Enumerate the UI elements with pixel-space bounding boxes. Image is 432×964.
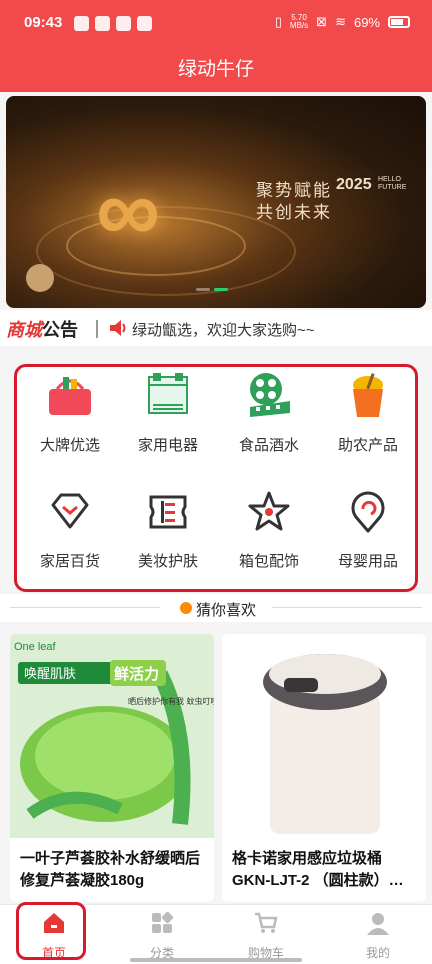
- battery-icon: [388, 16, 410, 28]
- diamond-icon: [51, 493, 89, 529]
- category-item[interactable]: 箱包配饰: [224, 487, 314, 571]
- link-icon: [116, 16, 131, 31]
- notice-tag: 商城公告: [6, 320, 78, 340]
- battery-percent: 69%: [353, 14, 380, 30]
- app-icon: [95, 16, 110, 31]
- category-item[interactable]: 家用电器: [123, 371, 213, 455]
- badge-text: 唤醒肌肤: [24, 667, 76, 682]
- heart-icon: [180, 602, 192, 614]
- noodle-cup-icon: [353, 373, 383, 417]
- category-item[interactable]: 母婴用品: [323, 487, 413, 571]
- film-reel-icon: [250, 373, 290, 417]
- divider-line: [10, 607, 160, 608]
- product-image: One leaf 唤醒肌肤 鲜活力 晒后修护你有我 蚊虫叮咬体一抹: [10, 634, 214, 838]
- category-item[interactable]: 助农产品: [323, 371, 413, 455]
- banner-year: 2025: [336, 176, 372, 193]
- cart-icon: [255, 912, 278, 933]
- badge-text: 鲜活力: [114, 665, 159, 683]
- category-item[interactable]: 食品酒水: [224, 371, 314, 455]
- star-icon: [248, 491, 290, 531]
- status-time: 09:43: [24, 14, 63, 31]
- product-name: 一叶子芦荟胶补水舒缓晒后修复芦荟凝胶180g: [20, 850, 201, 889]
- product-desc: 晒后修护你有我 蚊虫叮咬体一抹: [128, 696, 214, 706]
- banner-tagline: HELLO FUTURE: [378, 176, 407, 191]
- category-grid: 大牌优选 家用电器 食品酒水 助农产品 家居百货 美妆护肤 箱包配饰 母婴用品: [14, 364, 418, 592]
- promo-banner[interactable]: ∞ 聚势赋能 共创未来 2025 HELLO FUTURE: [6, 96, 426, 308]
- status-right: ▯ 5.70 MB/s ⊠ ≋ 69%: [275, 14, 410, 30]
- category-icon: [152, 911, 174, 933]
- brand-logo: One leaf: [14, 641, 57, 653]
- divider-line: [272, 607, 422, 608]
- home-tab-highlight: [16, 902, 86, 960]
- network-speed: 5.70 MB/s: [289, 13, 309, 30]
- notice-text: 绿动甑选，欢迎大家选购~~: [132, 322, 315, 339]
- banner-ball: [26, 264, 54, 292]
- category-item[interactable]: 美妆护肤: [123, 487, 213, 571]
- infinity-logo-icon: ∞: [96, 161, 161, 261]
- basket-icon: [49, 377, 91, 415]
- location-pin-icon: [351, 491, 385, 533]
- tab-cart[interactable]: 购物车: [226, 911, 306, 961]
- ticket-icon: [149, 495, 187, 529]
- product-name: 格卡诺家用感应垃圾桶GKN-LJT-2 （圆柱款）…: [232, 850, 404, 889]
- gesture-bar[interactable]: [130, 958, 302, 962]
- wifi-icon: ≋: [335, 14, 346, 29]
- vibrate-icon: ▯: [274, 14, 282, 29]
- sim-icon: ⊠: [316, 14, 328, 29]
- bed-icon: [148, 373, 188, 414]
- notice-divider: [96, 320, 98, 338]
- banner-dot-active[interactable]: [214, 288, 228, 291]
- tiktok-icon: [74, 16, 89, 31]
- chat-icon: [137, 16, 152, 31]
- product-card[interactable]: One leaf 唤醒肌肤 鲜活力 晒后修护你有我 蚊虫叮咬体一抹 一叶子芦荟胶…: [10, 634, 214, 902]
- recommend-title: 猜你喜欢: [196, 602, 257, 619]
- tab-category[interactable]: 分类: [122, 911, 202, 961]
- page-title: 绿动牛仔: [0, 50, 432, 92]
- tab-profile[interactable]: 我的: [338, 911, 418, 961]
- banner-dot[interactable]: [196, 288, 210, 291]
- notice-bar[interactable]: 商城公告 绿动甑选，欢迎大家选购~~: [0, 310, 432, 346]
- product-image: [222, 634, 426, 838]
- speaker-icon: [110, 320, 126, 336]
- notification-icons: [74, 16, 152, 31]
- status-bar: 09:43 ▯ 5.70 MB/s ⊠ ≋ 69%: [0, 0, 432, 50]
- recommend-header: 猜你喜欢: [0, 594, 432, 622]
- product-card[interactable]: 格卡诺家用感应垃圾桶GKN-LJT-2 （圆柱款）…: [222, 634, 426, 902]
- banner-slogan-2: 共创未来: [256, 203, 332, 222]
- user-icon: [367, 913, 389, 935]
- category-item[interactable]: 大牌优选: [25, 371, 115, 455]
- category-item[interactable]: 家居百货: [25, 487, 115, 571]
